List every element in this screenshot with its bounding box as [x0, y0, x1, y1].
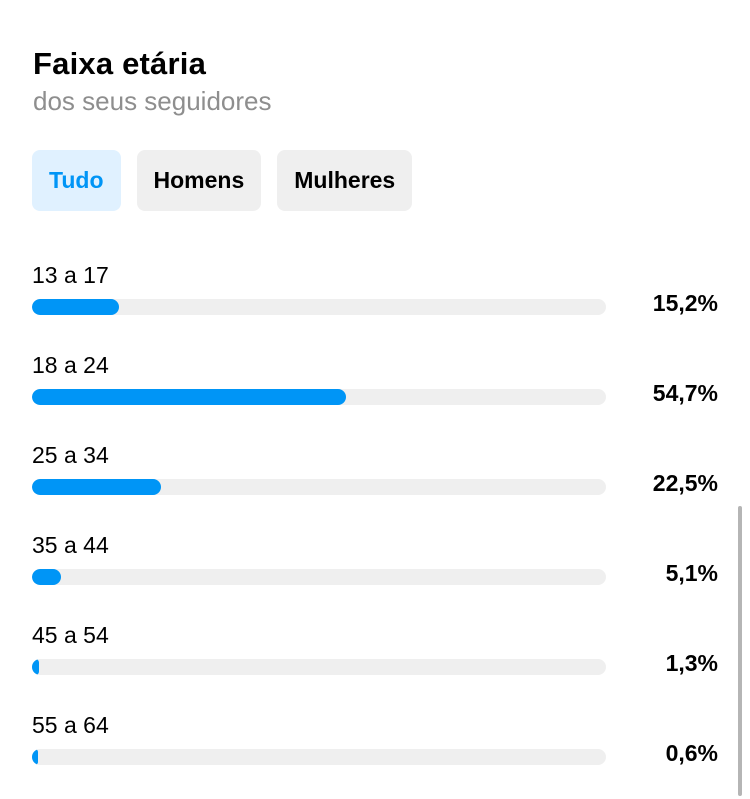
age-range-percent: 54,7% [652, 380, 718, 406]
age-range-row: 55 a 64 0,6% [32, 704, 722, 794]
progress-fill [32, 479, 162, 495]
progress-track [32, 659, 606, 675]
age-range-label: 55 a 64 [32, 712, 109, 738]
progress-fill [32, 659, 40, 675]
filter-chip-men[interactable]: Homens [136, 150, 262, 211]
age-range-row: 13 a 17 15,2% [32, 254, 722, 344]
age-range-percent: 15,2% [652, 290, 718, 316]
progress-track [32, 749, 606, 765]
filter-chip-all[interactable]: Tudo [32, 150, 121, 211]
age-range-percent: 1,3% [665, 650, 718, 676]
progress-track [32, 299, 606, 315]
age-range-percent: 5,1% [665, 560, 718, 586]
age-range-page: Faixa etária dos seus seguidores Tudo Ho… [0, 0, 750, 799]
progress-fill [32, 569, 62, 585]
gender-filter-group: Tudo Homens Mulheres [32, 150, 413, 211]
page-title: Faixa etária [33, 46, 207, 81]
page-subtitle: dos seus seguidores [33, 86, 272, 116]
age-range-label: 25 a 34 [32, 442, 109, 468]
progress-track [32, 479, 606, 495]
progress-fill [32, 299, 120, 315]
age-range-percent: 0,6% [665, 740, 718, 766]
age-range-percent: 22,5% [652, 470, 718, 496]
age-range-label: 35 a 44 [32, 532, 109, 558]
scrollbar[interactable] [738, 506, 742, 796]
filter-chip-women[interactable]: Mulheres [277, 150, 413, 211]
age-range-row: 18 a 24 54,7% [32, 344, 722, 434]
progress-track [32, 389, 606, 405]
age-range-row: 25 a 34 22,5% [32, 434, 722, 524]
age-range-list: 13 a 17 15,2% 18 a 24 54,7% 25 a 34 22,5… [32, 254, 722, 794]
age-range-label: 13 a 17 [32, 262, 109, 288]
age-range-row: 45 a 54 1,3% [32, 614, 722, 704]
progress-track [32, 569, 606, 585]
age-range-row: 35 a 44 5,1% [32, 524, 722, 614]
age-range-label: 18 a 24 [32, 352, 109, 378]
progress-fill [32, 749, 38, 765]
age-range-label: 45 a 54 [32, 622, 109, 648]
progress-fill [32, 389, 346, 405]
